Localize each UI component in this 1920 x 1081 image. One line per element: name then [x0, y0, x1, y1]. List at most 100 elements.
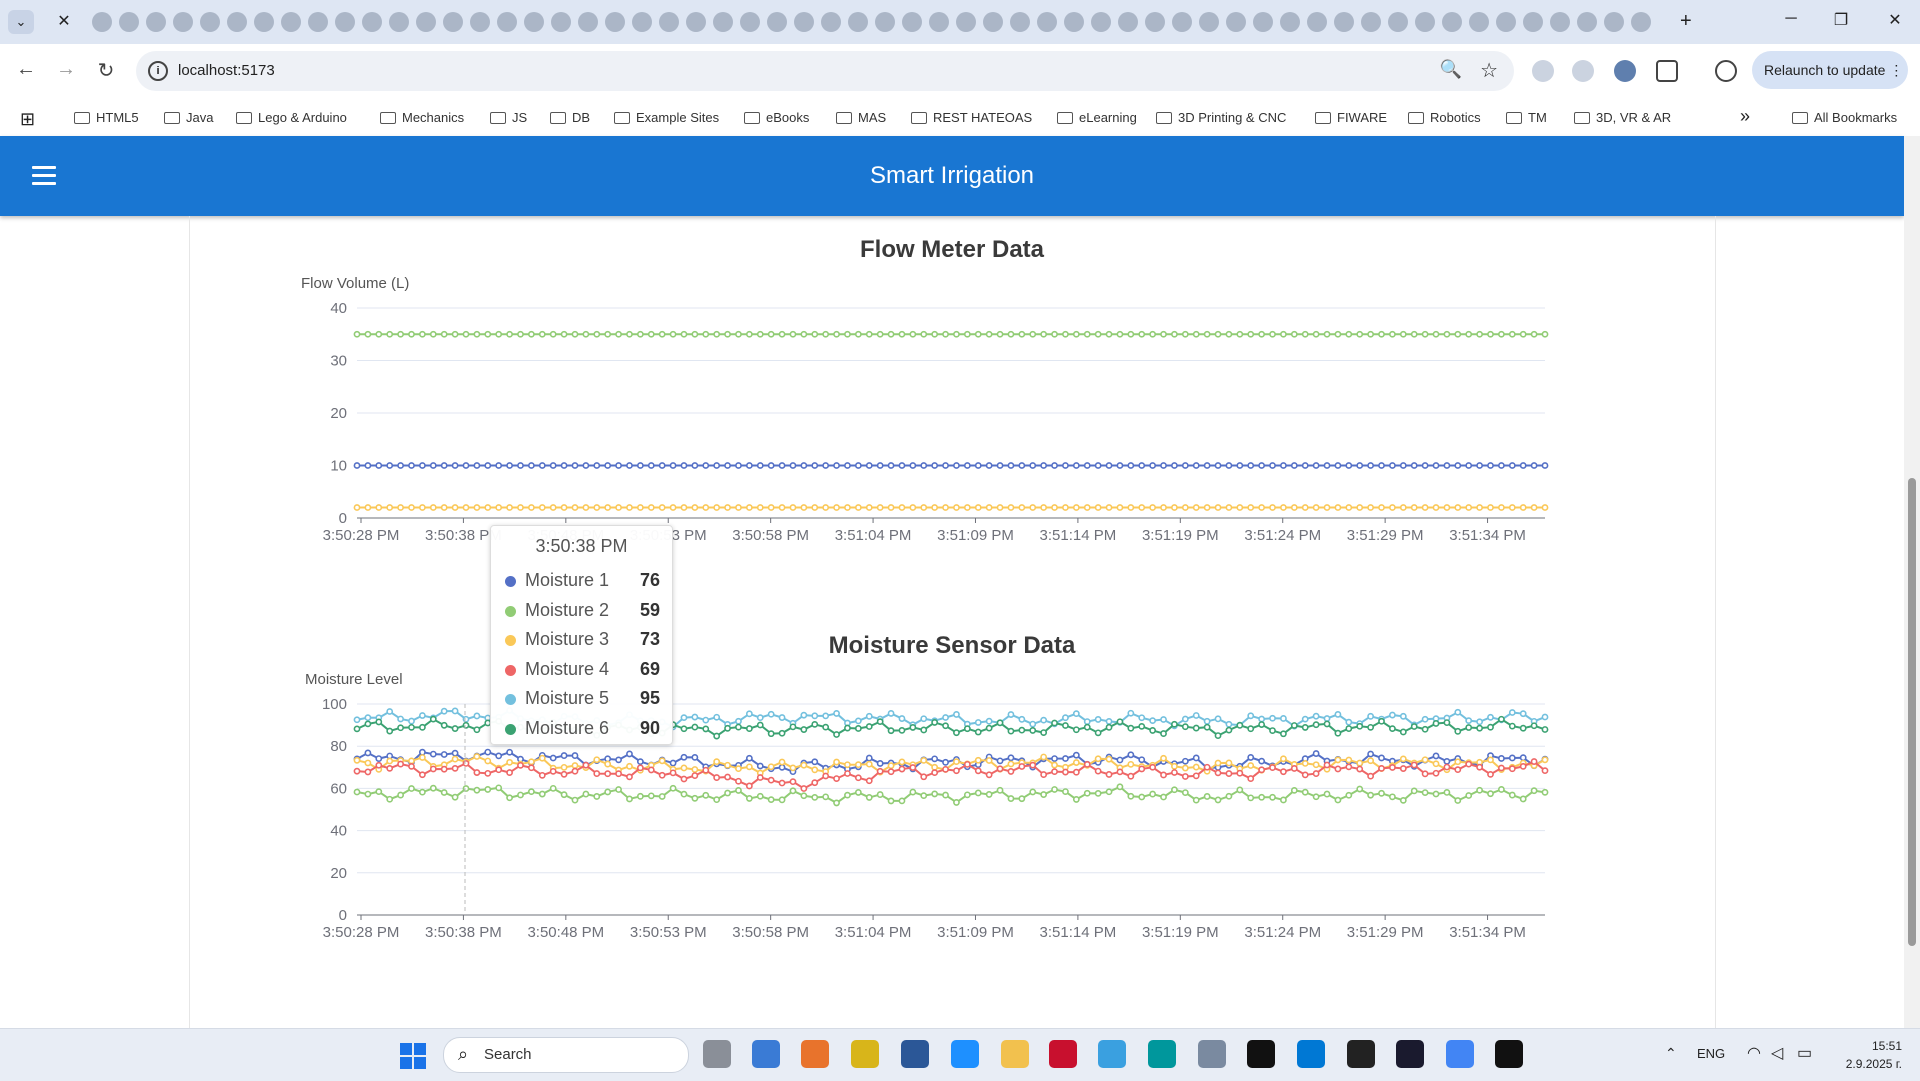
tray-overflow-icon[interactable]: ⌃	[1665, 1045, 1677, 1062]
data-point[interactable]	[1072, 768, 1080, 776]
data-point[interactable]	[636, 792, 644, 800]
data-point[interactable]	[1508, 791, 1516, 799]
data-point[interactable]	[1072, 759, 1080, 766]
data-point[interactable]	[789, 723, 797, 731]
data-point[interactable]	[1181, 757, 1189, 765]
bookmark-folder[interactable]: Mechanics	[380, 110, 464, 125]
data-point[interactable]	[996, 719, 1004, 727]
data-point[interactable]	[429, 784, 437, 792]
data-point[interactable]	[909, 330, 917, 338]
bookmark-folder[interactable]: DB	[550, 110, 590, 125]
taskbar-clock[interactable]: 15:51 2.9.2025 г.	[1836, 1037, 1902, 1073]
data-point[interactable]	[1192, 504, 1200, 511]
data-point[interactable]	[1345, 763, 1353, 771]
data-point[interactable]	[767, 796, 775, 804]
tab-favicon-icon[interactable]	[227, 12, 247, 32]
data-point[interactable]	[974, 462, 982, 469]
data-point[interactable]	[1389, 764, 1396, 771]
acrobat-icon[interactable]	[1049, 1040, 1077, 1068]
data-point[interactable]	[1040, 791, 1048, 798]
data-point[interactable]	[953, 799, 960, 806]
data-point[interactable]	[1203, 763, 1211, 771]
data-point[interactable]	[1421, 330, 1429, 338]
data-point[interactable]	[865, 504, 873, 511]
data-point[interactable]	[1181, 715, 1189, 723]
data-point[interactable]	[549, 767, 557, 775]
data-point[interactable]	[1258, 462, 1266, 469]
window-close-icon[interactable]: ✕	[1880, 10, 1910, 30]
data-point[interactable]	[745, 462, 753, 469]
data-point[interactable]	[495, 330, 503, 338]
data-point[interactable]	[1051, 504, 1058, 511]
data-point[interactable]	[571, 330, 579, 338]
data-point[interactable]	[756, 762, 764, 770]
data-point[interactable]	[854, 774, 862, 782]
data-point[interactable]	[1051, 330, 1058, 338]
data-point[interactable]	[865, 754, 873, 762]
data-point[interactable]	[375, 755, 383, 763]
data-point[interactable]	[549, 504, 557, 511]
data-point[interactable]	[1487, 330, 1494, 338]
data-point[interactable]	[876, 767, 884, 775]
data-point[interactable]	[778, 714, 786, 721]
data-point[interactable]	[1399, 796, 1407, 804]
data-point[interactable]	[1399, 330, 1407, 338]
data-point[interactable]	[680, 764, 688, 772]
all-bookmarks[interactable]: All Bookmarks	[1792, 110, 1897, 125]
data-point[interactable]	[1541, 330, 1549, 338]
data-point[interactable]	[647, 462, 655, 469]
data-point[interactable]	[1443, 789, 1451, 796]
data-point[interactable]	[985, 330, 993, 338]
data-point[interactable]	[680, 504, 688, 511]
relaunch-to-update-button[interactable]: Relaunch to update ⋮	[1752, 51, 1908, 89]
data-point[interactable]	[691, 330, 699, 338]
data-point[interactable]	[1378, 504, 1385, 511]
data-point[interactable]	[1138, 330, 1146, 338]
data-point[interactable]	[1508, 722, 1516, 730]
data-point[interactable]	[451, 504, 459, 511]
data-point[interactable]	[942, 462, 949, 469]
data-point[interactable]	[418, 788, 426, 796]
data-point[interactable]	[538, 754, 546, 762]
bookmark-folder[interactable]: TM	[1506, 110, 1547, 125]
data-point[interactable]	[724, 773, 731, 781]
data-point[interactable]	[517, 462, 524, 469]
data-point[interactable]	[582, 462, 590, 469]
data-point[interactable]	[1476, 462, 1484, 469]
data-point[interactable]	[418, 748, 426, 756]
tab-favicon-icon[interactable]	[362, 12, 382, 32]
data-point[interactable]	[1225, 330, 1233, 338]
bookmark-folder[interactable]: Example Sites	[614, 110, 719, 125]
tab-favicon-icon[interactable]	[470, 12, 490, 32]
data-point[interactable]	[506, 330, 513, 338]
data-point[interactable]	[1149, 330, 1157, 338]
data-point[interactable]	[909, 788, 917, 796]
data-point[interactable]	[1007, 711, 1015, 718]
data-point[interactable]	[1290, 786, 1298, 794]
data-point[interactable]	[767, 710, 775, 718]
data-point[interactable]	[484, 462, 492, 469]
data-point[interactable]	[1334, 765, 1342, 773]
tab-favicon-icon[interactable]	[1604, 12, 1624, 32]
data-point[interactable]	[386, 757, 394, 765]
data-point[interactable]	[1192, 724, 1200, 732]
site-info-icon[interactable]: i	[148, 61, 168, 81]
data-point[interactable]	[691, 462, 699, 469]
tab-search-dropdown-icon[interactable]: ⌄	[8, 10, 34, 34]
data-point[interactable]	[1062, 504, 1069, 511]
data-point[interactable]	[1181, 504, 1189, 511]
data-point[interactable]	[1356, 785, 1364, 793]
data-point[interactable]	[778, 504, 786, 511]
tab-favicon-icon[interactable]	[551, 12, 571, 32]
data-point[interactable]	[789, 778, 797, 786]
data-point[interactable]	[1399, 504, 1407, 511]
data-point[interactable]	[800, 462, 808, 469]
data-point[interactable]	[854, 717, 862, 725]
data-point[interactable]	[1519, 462, 1527, 469]
data-point[interactable]	[953, 767, 960, 775]
tab-favicon-icon[interactable]	[875, 12, 895, 32]
data-point[interactable]	[560, 752, 568, 759]
data-point[interactable]	[1127, 751, 1135, 759]
data-point[interactable]	[1062, 768, 1069, 776]
data-point[interactable]	[1508, 754, 1516, 762]
